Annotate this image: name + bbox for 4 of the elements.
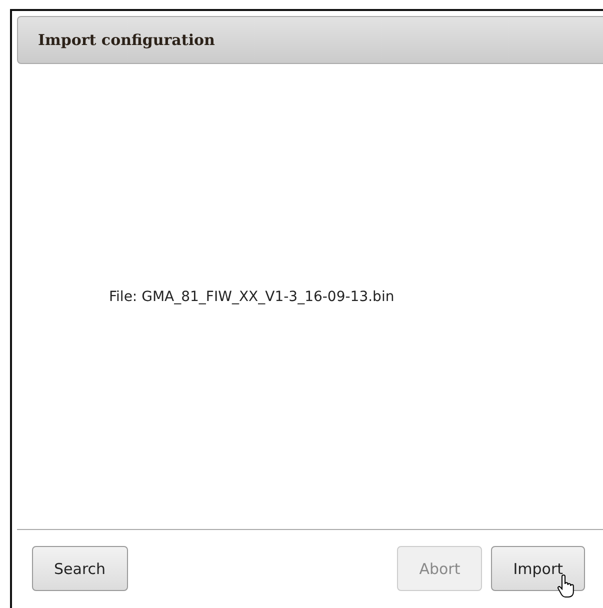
action-button[interactable]: Import [491,546,585,591]
action-button[interactable]: Search [32,546,128,591]
dialog-title: Import configuration [38,31,215,49]
file-name-label: File: GMA_81_FIW_XX_V1-3_16-09-13.bin [109,288,394,304]
